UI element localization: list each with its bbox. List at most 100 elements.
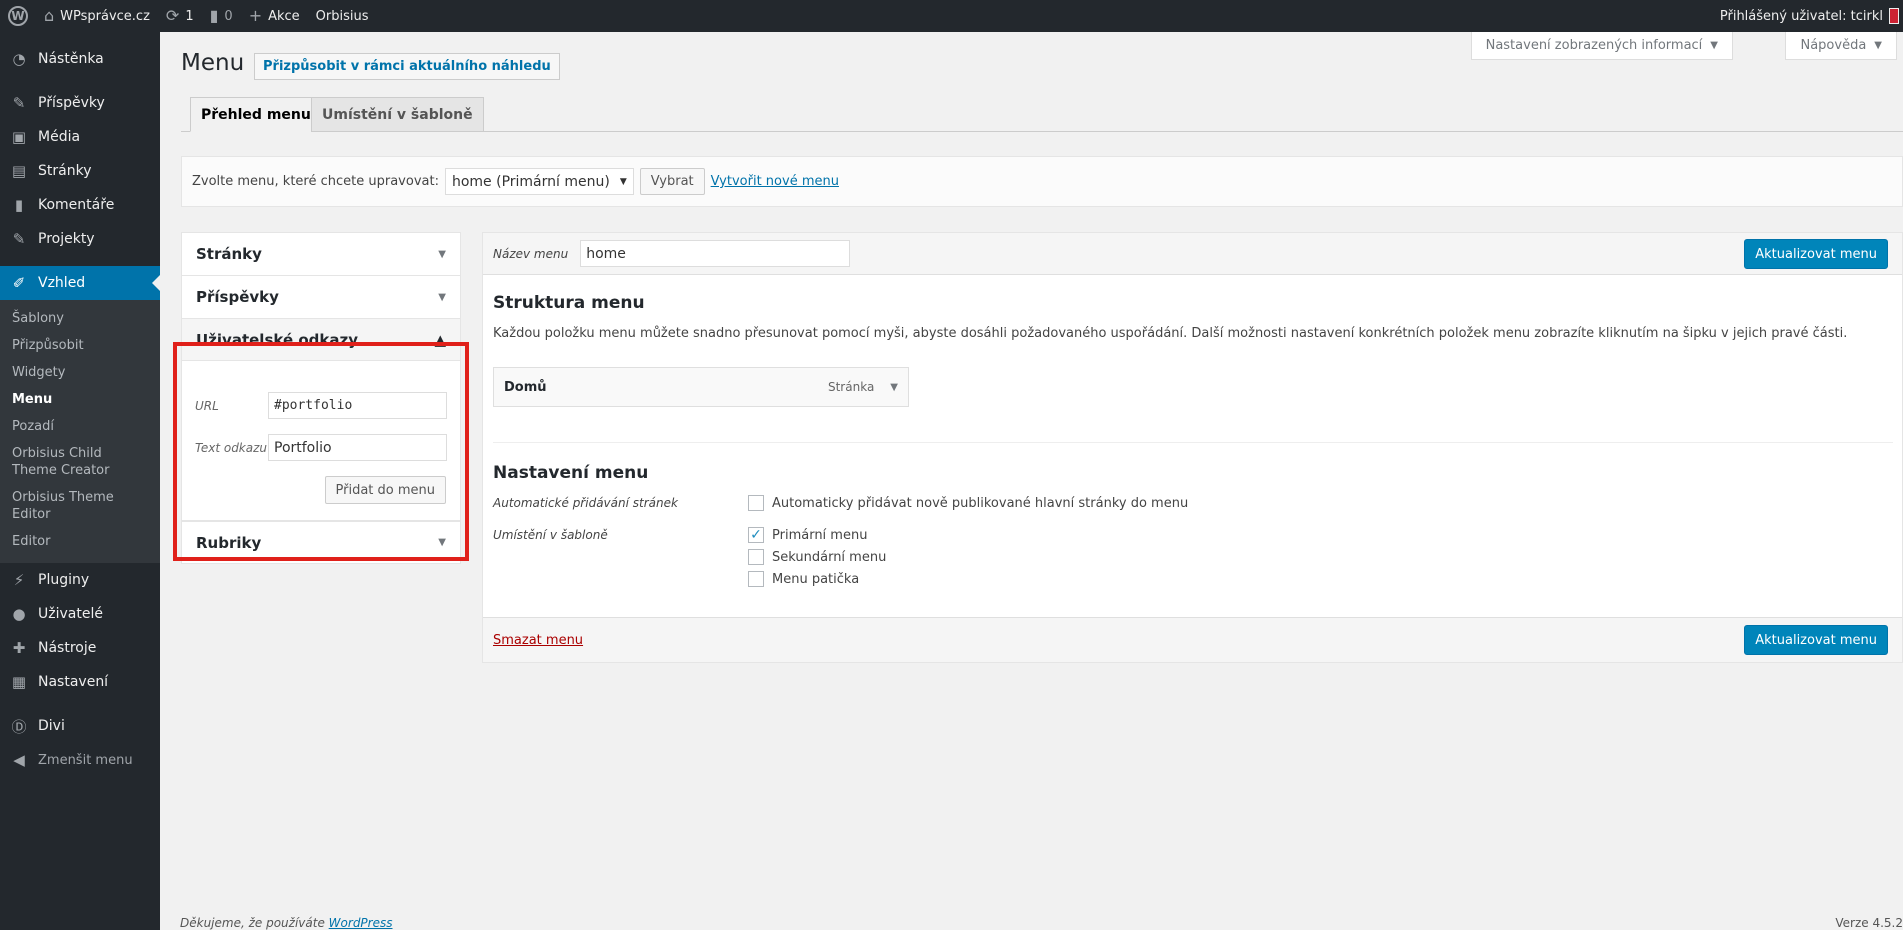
- caret-down-icon: ▼: [438, 248, 446, 260]
- caret-down-icon[interactable]: ▼: [890, 382, 898, 393]
- auto-add-label: Automatické přidávání stránek: [493, 496, 678, 510]
- comments-link[interactable]: ▮ 0: [202, 0, 241, 32]
- select-menu-button[interactable]: Vybrat: [639, 168, 705, 195]
- wp-logo-menu[interactable]: W: [0, 0, 36, 32]
- my-account-menu[interactable]: Přihlášený uživatel: tcirkl: [1712, 0, 1903, 32]
- sidebar-item-divi[interactable]: Ⓓ Divi: [0, 709, 160, 743]
- customize-preview-button[interactable]: Přizpůsobit v rámci aktuálního náhledu: [254, 53, 560, 80]
- dashboard-icon: ◔: [12, 50, 26, 68]
- secondary-menu-checkbox[interactable]: [748, 549, 764, 565]
- menu-management-panel: Název menu home Aktualizovat menu Strukt…: [482, 232, 1903, 663]
- submenu-widgets[interactable]: Widgety: [0, 359, 160, 386]
- collapse-menu-button[interactable]: ◀ Zmenšit menu: [0, 743, 160, 777]
- link-text-input[interactable]: Portfolio: [268, 434, 447, 461]
- accordion-section-categories[interactable]: Rubriky ▼: [181, 521, 461, 564]
- menu-item[interactable]: Domů Stránka ▼: [493, 367, 909, 407]
- url-input[interactable]: #portfolio: [268, 392, 447, 419]
- pin-icon: ✎: [12, 230, 26, 248]
- collapse-icon: ◀: [13, 751, 25, 769]
- submenu-background[interactable]: Pozadí: [0, 413, 160, 440]
- footer-thanks-text: Děkujeme, že používáte: [180, 916, 325, 930]
- sidebar-item-settings[interactable]: ▦ Nastavení: [0, 665, 160, 699]
- menu-structure-heading: Struktura menu: [493, 293, 645, 313]
- screen-options-label: Nastavení zobrazených informací: [1485, 38, 1703, 53]
- sidebar-item-label: Příspěvky: [38, 95, 105, 111]
- create-new-menu-link[interactable]: Vytvořit nové menu: [711, 174, 839, 189]
- screen-options-button[interactable]: Nastavení zobrazených informací ▼: [1470, 32, 1733, 60]
- site-name-link[interactable]: ⌂ WPsprávce.cz: [36, 0, 158, 32]
- footer-version: Verze 4.5.2: [1835, 916, 1903, 930]
- wordpress-link[interactable]: WordPress: [329, 916, 393, 930]
- updates-count: 1: [185, 8, 194, 24]
- footer-menu-checkbox[interactable]: [748, 571, 764, 587]
- tab-edit-menus[interactable]: Přehled menu: [190, 97, 322, 132]
- menu-settings-heading: Nastavení menu: [493, 463, 649, 483]
- sidebar-item-label: Nastavení: [38, 674, 109, 690]
- submenu-menus[interactable]: Menu: [0, 386, 160, 413]
- menu-item-title: Domů: [504, 379, 547, 395]
- sidebar-item-label: Divi: [38, 718, 65, 734]
- location-primary[interactable]: ✓ Primární menu: [748, 527, 867, 543]
- new-content-label: Akce: [268, 8, 300, 24]
- location-footer[interactable]: Menu patička: [748, 571, 859, 587]
- add-to-menu-button[interactable]: Přidat do menu: [324, 476, 446, 504]
- sidebar-item-label: Nástroje: [38, 640, 97, 656]
- theme-menu[interactable]: Orbisius: [308, 0, 377, 32]
- submenu-child-theme-creator[interactable]: Orbisius Child Theme Creator: [0, 440, 160, 484]
- sidebar-item-label: Zmenšit menu: [38, 752, 133, 768]
- custom-links-panel: URL #portfolio Text odkazu Portfolio Při…: [181, 361, 461, 521]
- menu-item-type: Stránka: [827, 380, 875, 394]
- manage-menus-bar: Zvolte menu, které chcete upravovat: hom…: [181, 156, 1903, 207]
- avatar: [1889, 8, 1899, 24]
- delete-menu-link[interactable]: Smazat menu: [493, 633, 583, 648]
- sidebar-item-label: Uživatelé: [38, 606, 103, 622]
- divi-icon: Ⓓ: [11, 717, 27, 736]
- sidebar-item-appearance[interactable]: ✐ Vzhled: [0, 266, 160, 300]
- sidebar-item-plugins[interactable]: ⚡ Pluginy: [0, 563, 160, 597]
- location-label: Menu patička: [772, 571, 860, 587]
- caret-down-icon: ▼: [438, 537, 446, 548]
- auto-add-checkbox[interactable]: [748, 495, 764, 511]
- submenu-themes[interactable]: Šablony: [0, 305, 160, 332]
- auto-add-option[interactable]: Automaticky přidávat nově publikované hl…: [748, 495, 1188, 511]
- submenu-customize[interactable]: Přizpůsobit: [0, 332, 160, 359]
- sidebar-item-dashboard[interactable]: ◔ Nástěnka: [0, 42, 160, 76]
- menu-header: Název menu home Aktualizovat menu: [483, 233, 1902, 275]
- admin-bar: W ⌂ WPsprávce.cz ⟳ 1 ▮ 0 + Akce Orbisius…: [0, 0, 1903, 32]
- sidebar-item-projects[interactable]: ✎ Projekty: [0, 222, 160, 256]
- accordion-title: Uživatelské odkazy: [196, 330, 358, 349]
- menu-select-dropdown[interactable]: home (Primární menu) ▼: [444, 168, 634, 195]
- help-button[interactable]: Nápověda ▼: [1785, 32, 1897, 60]
- caret-down-icon: ▼: [1874, 40, 1882, 51]
- accordion-section-posts[interactable]: Příspěvky ▼: [181, 275, 461, 318]
- main-content: Nastavení zobrazených informací ▼ Nápově…: [160, 32, 1903, 930]
- sidebar-item-comments[interactable]: ▮ Komentáře: [0, 188, 160, 222]
- accordion-section-custom-links[interactable]: Uživatelské odkazy ▲: [181, 318, 461, 361]
- comments-icon: ▮: [14, 196, 24, 214]
- sidebar-item-pages[interactable]: ▤ Stránky: [0, 154, 160, 188]
- help-links: Nápověda ▼: [1785, 32, 1897, 60]
- sidebar-item-tools[interactable]: ✚ Nástroje: [0, 631, 160, 665]
- sidebar-item-users[interactable]: ● Uživatelé: [0, 597, 160, 631]
- sidebar-item-label: Média: [38, 129, 81, 145]
- appearance-submenu: Šablony Přizpůsobit Widgety Menu Pozadí …: [0, 300, 160, 563]
- save-menu-button-bottom[interactable]: Aktualizovat menu: [1744, 625, 1888, 655]
- plugin-icon: ⚡: [13, 571, 25, 589]
- accordion-title: Příspěvky: [196, 288, 279, 306]
- updates-link[interactable]: ⟳ 1: [158, 0, 202, 32]
- user-greeting: Přihlášený uživatel: tcirkl: [1719, 8, 1883, 24]
- sidebar-item-posts[interactable]: ✎ Příspěvky: [0, 86, 160, 120]
- link-text-label: Text odkazu: [195, 441, 268, 455]
- primary-menu-checkbox[interactable]: ✓: [748, 527, 764, 543]
- location-secondary[interactable]: Sekundární menu: [748, 549, 886, 565]
- media-icon: ▣: [11, 128, 27, 146]
- menu-name-input[interactable]: home: [580, 240, 851, 267]
- sidebar-item-media[interactable]: ▣ Média: [0, 120, 160, 154]
- new-content-menu[interactable]: + Akce: [241, 0, 308, 32]
- tab-manage-locations[interactable]: Umístění v šabloně: [311, 97, 484, 132]
- submenu-editor[interactable]: Editor: [0, 528, 160, 555]
- save-menu-button-top[interactable]: Aktualizovat menu: [1744, 239, 1888, 269]
- comments-count: 0: [224, 8, 233, 24]
- submenu-theme-editor[interactable]: Orbisius Theme Editor: [0, 484, 160, 528]
- accordion-section-pages[interactable]: Stránky ▼: [181, 232, 461, 275]
